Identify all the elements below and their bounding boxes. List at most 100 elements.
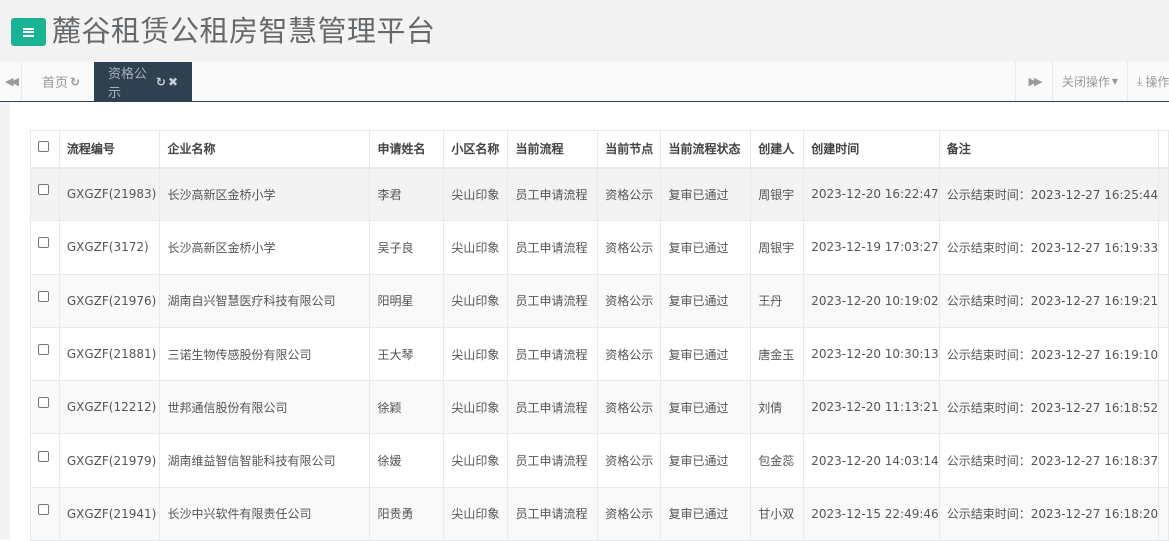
table-row[interactable]: GXGZF(21881) 三诺生物传感股份有限公司 王大琴 尖山印象 员工申请流程 资格公…: [30, 326, 1169, 382]
table-cell: 甘小双: [750, 486, 805, 541]
table-cell: 世邦通信股份有限公司: [159, 380, 371, 435]
table-cell: GXGZF(21979): [58, 433, 161, 488]
column-header[interactable]: 备注: [938, 130, 1160, 169]
table-cell-overflow: [1158, 166, 1169, 222]
menu-bars-icon: [23, 27, 34, 37]
table-body: GXGZF(21983) 长沙高新区金桥小学 李君 尖山印象 员工申请流程 资格公示 复审已…: [30, 166, 1169, 541]
row-checkbox[interactable]: [38, 450, 49, 462]
table-cell: 资格公示: [597, 220, 662, 275]
column-header[interactable]: 当前节点: [597, 130, 662, 169]
table-cell: 资格公示: [597, 273, 662, 328]
table-cell-overflow: [1158, 486, 1169, 541]
tab-home[interactable]: 首页 ↻: [28, 62, 94, 101]
close-icon[interactable]: ✖: [168, 75, 178, 89]
operations-button[interactable]: ⤓ 操作: [1128, 62, 1169, 101]
row-checkbox-cell: [30, 380, 60, 435]
table-cell: 2023-12-20 16:22:47: [803, 166, 940, 222]
app-header: 麓谷租赁公租房智慧管理平台: [0, 0, 1169, 62]
table-cell: 资格公示: [597, 486, 662, 541]
table-cell: 2023-12-19 17:03:27: [803, 220, 940, 275]
table-cell: 三诺生物传感股份有限公司: [159, 326, 371, 382]
table-cell: 徐颖: [369, 380, 445, 435]
column-header[interactable]: 企业名称: [159, 130, 371, 169]
table-cell: 员工申请流程: [507, 220, 599, 275]
column-header[interactable]: 申请姓名: [369, 130, 445, 169]
table-cell: 公示结束时间：2023-12-27 16:19:33: [938, 220, 1160, 275]
tab-qualification-publicity[interactable]: 资格公示 ↻ ✖: [94, 62, 192, 102]
table-cell-overflow: [1158, 380, 1169, 435]
row-checkbox-cell: [30, 326, 60, 382]
column-header[interactable]: 创建时间: [803, 130, 940, 169]
table-cell: 湖南自兴智慧医疗科技有限公司: [159, 273, 371, 328]
row-checkbox[interactable]: [38, 397, 49, 409]
column-header[interactable]: 当前流程状态: [660, 130, 752, 169]
table-cell: 资格公示: [597, 326, 662, 382]
table-cell: 2023-12-20 10:30:13: [803, 326, 940, 382]
refresh-icon[interactable]: ↻: [156, 75, 166, 89]
table-header-row: 流程编号 企业名称 申请姓名 小区名称 当前流程 当前节点 当前流程状态 创建人…: [30, 130, 1169, 169]
table-cell: 公示结束时间：2023-12-27 16:19:10: [938, 326, 1160, 382]
row-checkbox[interactable]: [38, 290, 49, 302]
table-cell: 2023-12-20 14:03:14: [803, 433, 940, 488]
close-operations-dropdown[interactable]: 关闭操作 ▼: [1053, 62, 1128, 101]
refresh-icon[interactable]: ↻: [70, 75, 80, 89]
table-cell: 尖山印象: [443, 166, 509, 222]
table-cell: 公示结束时间：2023-12-27 16:25:44: [938, 166, 1160, 222]
column-header[interactable]: 流程编号: [58, 130, 161, 169]
table-cell: 复审已通过: [660, 166, 752, 222]
tab-bar: ◀◀ 首页 ↻ 资格公示 ↻ ✖ ▶▶ 关闭操作 ▼ ⤓ 操作: [0, 62, 1169, 102]
table-row[interactable]: GXGZF(21979) 湖南维益智信智能科技有限公司 徐媛 尖山印象 员工申请流程 资格…: [30, 433, 1169, 488]
table-cell: 李君: [369, 166, 445, 222]
table-row[interactable]: GXGZF(12212) 世邦通信股份有限公司 徐颖 尖山印象 员工申请流程 资格公示 复审…: [30, 380, 1169, 435]
tab-scroll-left-button[interactable]: ◀◀: [0, 62, 22, 101]
table-row[interactable]: GXGZF(21941) 长沙中兴软件有限责任公司 阳贵勇 尖山印象 员工申请流程 资格公…: [30, 486, 1169, 541]
row-checkbox-cell: [30, 166, 60, 222]
row-checkbox[interactable]: [38, 344, 49, 356]
tab-scroll-right-button[interactable]: ▶▶: [1015, 62, 1053, 101]
table-cell: 尖山印象: [443, 273, 509, 328]
table-cell: 阳明星: [369, 273, 445, 328]
table-row[interactable]: GXGZF(3172) 长沙高新区金桥小学 吴子良 尖山印象 员工申请流程 资格公示 复审已…: [30, 220, 1169, 275]
select-all-checkbox[interactable]: [38, 140, 49, 152]
column-header-overflow: [1158, 130, 1169, 169]
table-cell: GXGZF(12212): [58, 380, 161, 435]
table-cell: 资格公示: [597, 433, 662, 488]
table-cell: 包金蕊: [750, 433, 805, 488]
table-cell: GXGZF(21976): [58, 273, 161, 328]
tab-active-label: 资格公示: [108, 67, 148, 101]
table-cell: 复审已通过: [660, 220, 752, 275]
table-cell: 刘倩: [750, 380, 805, 435]
table-cell: 长沙高新区金桥小学: [159, 166, 371, 222]
tab-home-label: 首页: [42, 76, 69, 91]
menu-toggle-button[interactable]: [11, 18, 46, 46]
table-cell: 复审已通过: [660, 326, 752, 382]
table-cell-overflow: [1158, 433, 1169, 488]
table-cell: 2023-12-20 11:13:21: [803, 380, 940, 435]
caret-down-icon: ▼: [1111, 77, 1119, 86]
column-header[interactable]: 创建人: [750, 130, 805, 169]
table-row[interactable]: GXGZF(21983) 长沙高新区金桥小学 李君 尖山印象 员工申请流程 资格公示 复审已…: [30, 166, 1169, 222]
row-checkbox[interactable]: [38, 503, 49, 515]
column-header[interactable]: 小区名称: [443, 130, 509, 169]
table-cell: 公示结束时间：2023-12-27 16:18:37: [938, 433, 1160, 488]
table-cell: 长沙高新区金桥小学: [159, 220, 371, 275]
table-cell: 周银宇: [750, 166, 805, 222]
close-operations-label: 关闭操作: [1061, 75, 1110, 89]
table-cell: 员工申请流程: [507, 166, 599, 222]
row-checkbox[interactable]: [38, 184, 49, 196]
content-panel: 流程编号 企业名称 申请姓名 小区名称 当前流程 当前节点 当前流程状态 创建人…: [10, 102, 1169, 541]
row-checkbox-cell: [30, 486, 60, 541]
table-cell: 复审已通过: [660, 380, 752, 435]
content-area: 流程编号 企业名称 申请姓名 小区名称 当前流程 当前节点 当前流程状态 创建人…: [0, 102, 1169, 541]
select-all-checkbox-cell: [30, 130, 60, 169]
table-cell: 吴子良: [369, 220, 445, 275]
row-checkbox[interactable]: [38, 237, 49, 249]
table-cell: 2023-12-20 10:19:02: [803, 273, 940, 328]
column-header[interactable]: 当前流程: [507, 130, 599, 169]
table-cell: 公示结束时间：2023-12-27 16:19:21: [938, 273, 1160, 328]
table-cell: 员工申请流程: [507, 486, 599, 541]
table-cell: 王大琴: [369, 326, 445, 382]
table-cell: 2023-12-15 22:49:46: [803, 486, 940, 541]
table-cell: 尖山印象: [443, 433, 509, 488]
table-row[interactable]: GXGZF(21976) 湖南自兴智慧医疗科技有限公司 阳明星 尖山印象 员工申请流程资…: [30, 273, 1169, 328]
